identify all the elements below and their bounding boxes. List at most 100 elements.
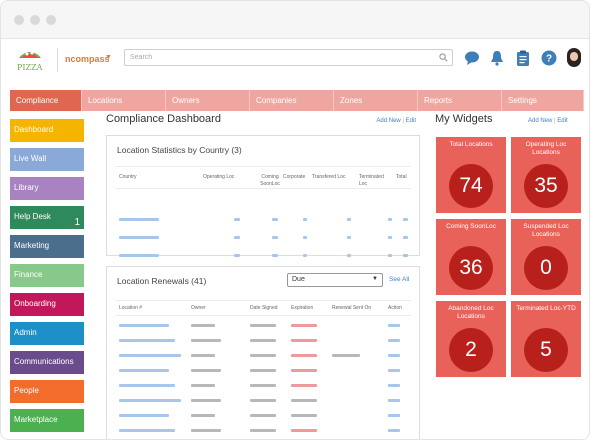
widgets-panel: My Widgets Add New | Edit Total Location… [435, 113, 583, 377]
search-input[interactable]: Search [124, 49, 453, 66]
action-link[interactable] [119, 339, 175, 342]
action-link[interactable] [119, 399, 181, 402]
table-cell [250, 324, 276, 327]
page-title: Compliance Dashboard [106, 113, 221, 125]
widget-tile[interactable]: Abandoned Loc Locations 2 [436, 301, 506, 377]
sidebar-item-label: Live Wall [14, 154, 47, 163]
widget-tile[interactable]: Suspended Loc Locations 0 [511, 219, 581, 295]
table-cell [272, 254, 278, 257]
edit-link[interactable]: Edit [406, 118, 416, 124]
dashboard-links: Add New | Edit [376, 118, 416, 124]
sidebar-item-library[interactable]: Library [10, 177, 84, 200]
action-link[interactable] [119, 414, 169, 417]
widget-tile[interactable]: Terminated Loc-YTD 5 [511, 301, 581, 377]
add-new-link[interactable]: Add New [376, 118, 400, 124]
table-cell [250, 354, 276, 357]
tab-compliance[interactable]: Compliance [10, 90, 82, 111]
action-link[interactable] [388, 369, 400, 372]
renewal-filter-value: Due [292, 276, 305, 283]
logo-text: PIZZA [17, 63, 43, 72]
table-cell [303, 218, 307, 221]
action-link[interactable] [119, 429, 175, 432]
table-cell [291, 354, 317, 357]
sidebar-item-admin[interactable]: Admin [10, 322, 84, 345]
table-cell [191, 429, 221, 432]
tab-owners[interactable]: Owners [166, 90, 250, 111]
sidebar-item-communications[interactable]: Communications [10, 351, 84, 374]
action-link[interactable] [388, 414, 400, 417]
table-cell[interactable] [119, 254, 159, 257]
action-link[interactable] [119, 384, 175, 387]
action-link[interactable] [388, 399, 400, 402]
sidebar-item-people[interactable]: People [10, 380, 84, 403]
company-selector[interactable]: ncompass [65, 54, 110, 64]
search-placeholder: Search [130, 54, 153, 61]
sidebar-item-finance[interactable]: Finance [10, 264, 84, 287]
tab-settings[interactable]: Settings [502, 90, 584, 111]
divider [115, 188, 411, 189]
table-cell [272, 218, 278, 221]
action-link[interactable] [388, 324, 400, 327]
table-cell [291, 369, 317, 372]
tab-reports[interactable]: Reports [418, 90, 502, 111]
table-cell [191, 339, 221, 342]
table-cell [291, 414, 317, 417]
clipboard-icon[interactable] [514, 49, 532, 67]
chat-icon[interactable] [463, 49, 481, 67]
table-cell [291, 339, 317, 342]
table-cell [347, 236, 351, 239]
main-content: Compliance Dashboard Add New | Edit Loca… [106, 113, 420, 439]
chevron-down-icon: ▼ [372, 276, 378, 282]
widgets-add-new-link[interactable]: Add New [528, 118, 552, 124]
renewals-panel-title: Location Renewals (41) [117, 276, 207, 286]
widget-tile[interactable]: Coming SoonLoc 36 [436, 219, 506, 295]
widget-tile-label: Abandoned Loc Locations [448, 305, 494, 320]
action-link[interactable] [119, 369, 169, 372]
window-minimize-dot[interactable] [30, 15, 40, 25]
divider [115, 166, 411, 167]
window-close-dot[interactable] [14, 15, 24, 25]
tab-locations[interactable]: Locations [82, 90, 166, 111]
avatar[interactable] [567, 48, 581, 67]
search-icon[interactable] [439, 53, 448, 62]
table-cell [332, 354, 360, 357]
sidebar-item-dashboard[interactable]: Dashboard [10, 119, 84, 142]
table-cell [272, 236, 278, 239]
action-link[interactable] [388, 339, 400, 342]
table-cell [191, 354, 215, 357]
action-link[interactable] [388, 429, 400, 432]
table-cell [388, 254, 392, 257]
table-cell [250, 414, 276, 417]
renewal-filter-select[interactable]: Due ▼ [287, 273, 383, 287]
widget-tile[interactable]: Operating Loc Locations 35 [511, 137, 581, 213]
tab-zones[interactable]: Zones [334, 90, 418, 111]
widget-tile-label: Coming SoonLoc [446, 223, 496, 230]
sidebar-item-count: 1 [74, 217, 80, 228]
sidebar-item-label: Help Desk [14, 212, 51, 221]
help-icon[interactable]: ? [540, 49, 558, 67]
sidebar-item-label: People [14, 386, 39, 395]
widget-tile[interactable]: Total Locations 74 [436, 137, 506, 213]
chevron-down-icon[interactable]: ▼ [105, 54, 112, 61]
sidebar-item-onboarding[interactable]: Onboarding [10, 293, 84, 316]
bell-icon[interactable] [488, 49, 506, 67]
widgets-edit-link[interactable]: Edit [557, 118, 567, 124]
table-cell [403, 236, 408, 239]
table-cell [303, 236, 307, 239]
action-link[interactable] [388, 354, 400, 357]
table-cell[interactable] [119, 218, 159, 221]
see-all-link[interactable]: See All [389, 276, 409, 283]
table-cell[interactable] [119, 236, 159, 239]
window-maximize-dot[interactable] [46, 15, 56, 25]
sidebar-item-live-wall[interactable]: Live Wall [10, 148, 84, 171]
window-titlebar [1, 1, 589, 39]
table-cell [303, 254, 307, 257]
sidebar-item-marketplace[interactable]: Marketplace [10, 409, 84, 432]
tab-companies[interactable]: Companies [250, 90, 334, 111]
table-cell [250, 369, 276, 372]
action-link[interactable] [119, 324, 169, 327]
action-link[interactable] [119, 354, 181, 357]
action-link[interactable] [388, 384, 400, 387]
sidebar-item-help-desk[interactable]: Help Desk 1 [10, 206, 84, 229]
sidebar-item-marketing[interactable]: Marketing [10, 235, 84, 258]
